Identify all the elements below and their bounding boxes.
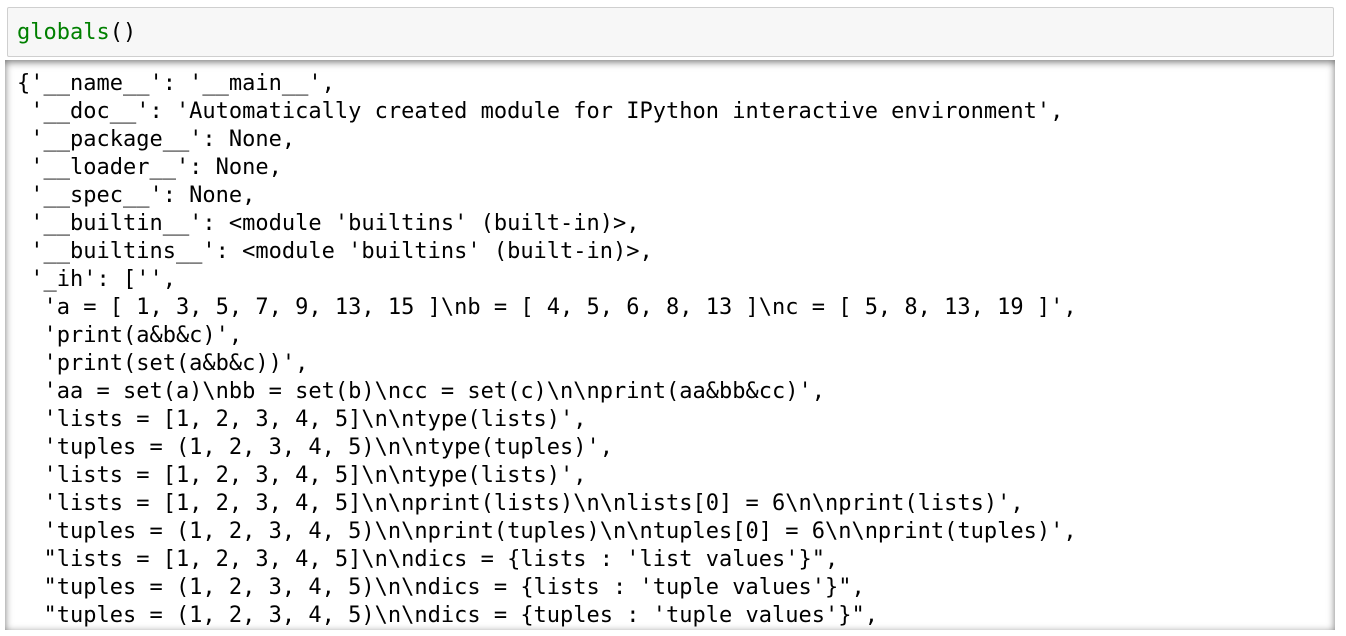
output-line: 'lists = [1, 2, 3, 4, 5]\n\ntype(lists)'… — [17, 463, 587, 488]
output-line: '_ih': ['', — [17, 267, 176, 292]
output-line: 'a = [ 1, 3, 5, 7, 9, 13, 15 ]\nb = [ 4,… — [17, 295, 1077, 320]
output-line: 'print(set(a&b&c))', — [17, 351, 309, 376]
output-line: '__package__': None, — [17, 127, 296, 152]
output-line: '__builtins__': <module 'builtins' (buil… — [17, 239, 653, 264]
output-line: 'aa = set(a)\nbb = set(b)\ncc = set(c)\n… — [17, 379, 825, 404]
output-line: 'tuples = (1, 2, 3, 4, 5)\n\nprint(tuple… — [17, 519, 1077, 544]
output-line: {'__name__': '__main__', — [17, 71, 335, 96]
output-line: "lists = [1, 2, 3, 4, 5]\n\ndics = {list… — [17, 547, 839, 572]
output-line: 'print(a&b&c)', — [17, 323, 243, 348]
builtin-function-name: globals — [17, 20, 110, 45]
output-line: 'lists = [1, 2, 3, 4, 5]\n\nprint(lists)… — [17, 491, 1024, 516]
output-line: 'tuples = (1, 2, 3, 4, 5)\n\ntype(tuples… — [17, 435, 614, 460]
call-parentheses: () — [109, 20, 137, 45]
output-line: '__spec__': None, — [17, 183, 256, 208]
cell-output-area[interactable]: {'__name__': '__main__', '__doc__': 'Aut… — [5, 60, 1335, 630]
output-line: '__loader__': None, — [17, 155, 282, 180]
output-line: '__builtin__': <module 'builtins' (built… — [17, 211, 640, 236]
code-input-text[interactable]: globals() — [17, 20, 136, 46]
output-line: "tuples = (1, 2, 3, 4, 5)\n\ndics = {tup… — [17, 603, 878, 628]
output-line: '__doc__': 'Automatically created module… — [17, 99, 1064, 124]
output-line: "tuples = (1, 2, 3, 4, 5)\n\ndics = {lis… — [17, 575, 865, 600]
output-line: 'lists = [1, 2, 3, 4, 5]\n\ntype(lists)'… — [17, 407, 587, 432]
output-text: {'__name__': '__main__', '__doc__': 'Aut… — [17, 70, 1077, 630]
code-input-cell[interactable]: globals() — [7, 7, 1334, 57]
